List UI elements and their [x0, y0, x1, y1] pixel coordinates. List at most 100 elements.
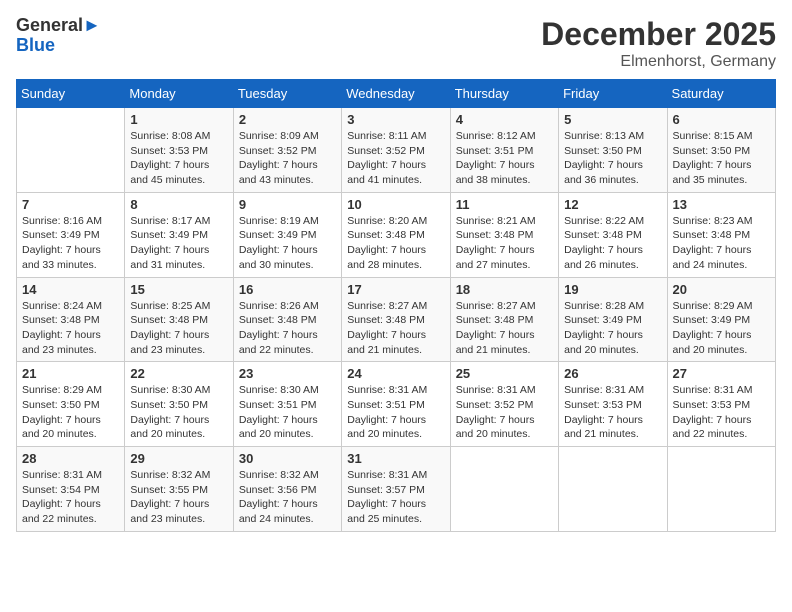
- calendar-cell: 2 Sunrise: 8:09 AM Sunset: 3:52 PM Dayli…: [233, 108, 341, 193]
- sunrise-text: Sunrise: 8:08 AM: [130, 129, 227, 144]
- calendar-header: Sunday Monday Tuesday Wednesday Thursday…: [17, 80, 776, 108]
- day-info: Sunrise: 8:27 AM Sunset: 3:48 PM Dayligh…: [347, 299, 444, 358]
- sunrise-text: Sunrise: 8:21 AM: [456, 214, 553, 229]
- day-info: Sunrise: 8:24 AM Sunset: 3:48 PM Dayligh…: [22, 299, 119, 358]
- sunset-text: Sunset: 3:53 PM: [130, 144, 227, 159]
- sunrise-text: Sunrise: 8:32 AM: [130, 468, 227, 483]
- sunrise-text: Sunrise: 8:29 AM: [22, 383, 119, 398]
- sunset-text: Sunset: 3:55 PM: [130, 483, 227, 498]
- sunset-text: Sunset: 3:49 PM: [239, 228, 336, 243]
- day-info: Sunrise: 8:31 AM Sunset: 3:53 PM Dayligh…: [673, 383, 770, 442]
- day-number: 7: [22, 197, 119, 212]
- calendar-cell: 6 Sunrise: 8:15 AM Sunset: 3:50 PM Dayli…: [667, 108, 775, 193]
- sunrise-text: Sunrise: 8:27 AM: [347, 299, 444, 314]
- sunrise-text: Sunrise: 8:11 AM: [347, 129, 444, 144]
- sunset-text: Sunset: 3:52 PM: [347, 144, 444, 159]
- day-number: 13: [673, 197, 770, 212]
- header-row: Sunday Monday Tuesday Wednesday Thursday…: [17, 80, 776, 108]
- sunset-text: Sunset: 3:48 PM: [130, 313, 227, 328]
- daylight-text: Daylight: 7 hours and 20 minutes.: [130, 413, 227, 442]
- day-number: 1: [130, 112, 227, 127]
- daylight-text: Daylight: 7 hours and 35 minutes.: [673, 158, 770, 187]
- day-number: 27: [673, 366, 770, 381]
- sunset-text: Sunset: 3:48 PM: [564, 228, 661, 243]
- day-info: Sunrise: 8:08 AM Sunset: 3:53 PM Dayligh…: [130, 129, 227, 188]
- week-row-2: 14 Sunrise: 8:24 AM Sunset: 3:48 PM Dayl…: [17, 277, 776, 362]
- calendar-cell: 18 Sunrise: 8:27 AM Sunset: 3:48 PM Dayl…: [450, 277, 558, 362]
- sunset-text: Sunset: 3:51 PM: [239, 398, 336, 413]
- calendar-cell: 20 Sunrise: 8:29 AM Sunset: 3:49 PM Dayl…: [667, 277, 775, 362]
- header-friday: Friday: [559, 80, 667, 108]
- sunset-text: Sunset: 3:48 PM: [673, 228, 770, 243]
- week-row-4: 28 Sunrise: 8:31 AM Sunset: 3:54 PM Dayl…: [17, 447, 776, 532]
- day-number: 11: [456, 197, 553, 212]
- sunrise-text: Sunrise: 8:22 AM: [564, 214, 661, 229]
- sunrise-text: Sunrise: 8:31 AM: [347, 468, 444, 483]
- daylight-text: Daylight: 7 hours and 23 minutes.: [130, 497, 227, 526]
- sunrise-text: Sunrise: 8:31 AM: [456, 383, 553, 398]
- sunrise-text: Sunrise: 8:29 AM: [673, 299, 770, 314]
- header-thursday: Thursday: [450, 80, 558, 108]
- day-number: 4: [456, 112, 553, 127]
- sunset-text: Sunset: 3:50 PM: [673, 144, 770, 159]
- day-info: Sunrise: 8:21 AM Sunset: 3:48 PM Dayligh…: [456, 214, 553, 273]
- day-number: 23: [239, 366, 336, 381]
- sunset-text: Sunset: 3:52 PM: [239, 144, 336, 159]
- day-info: Sunrise: 8:25 AM Sunset: 3:48 PM Dayligh…: [130, 299, 227, 358]
- daylight-text: Daylight: 7 hours and 20 minutes.: [673, 328, 770, 357]
- sunset-text: Sunset: 3:51 PM: [456, 144, 553, 159]
- sunset-text: Sunset: 3:49 PM: [130, 228, 227, 243]
- daylight-text: Daylight: 7 hours and 21 minutes.: [347, 328, 444, 357]
- sunset-text: Sunset: 3:53 PM: [564, 398, 661, 413]
- day-number: 10: [347, 197, 444, 212]
- daylight-text: Daylight: 7 hours and 21 minutes.: [564, 413, 661, 442]
- day-number: 14: [22, 282, 119, 297]
- calendar-cell: 3 Sunrise: 8:11 AM Sunset: 3:52 PM Dayli…: [342, 108, 450, 193]
- sunset-text: Sunset: 3:54 PM: [22, 483, 119, 498]
- sunrise-text: Sunrise: 8:24 AM: [22, 299, 119, 314]
- daylight-text: Daylight: 7 hours and 26 minutes.: [564, 243, 661, 272]
- daylight-text: Daylight: 7 hours and 22 minutes.: [22, 497, 119, 526]
- day-info: Sunrise: 8:26 AM Sunset: 3:48 PM Dayligh…: [239, 299, 336, 358]
- calendar-cell: 8 Sunrise: 8:17 AM Sunset: 3:49 PM Dayli…: [125, 192, 233, 277]
- day-info: Sunrise: 8:31 AM Sunset: 3:51 PM Dayligh…: [347, 383, 444, 442]
- day-info: Sunrise: 8:20 AM Sunset: 3:48 PM Dayligh…: [347, 214, 444, 273]
- calendar-cell: 7 Sunrise: 8:16 AM Sunset: 3:49 PM Dayli…: [17, 192, 125, 277]
- calendar-cell: 5 Sunrise: 8:13 AM Sunset: 3:50 PM Dayli…: [559, 108, 667, 193]
- sunrise-text: Sunrise: 8:27 AM: [456, 299, 553, 314]
- sunrise-text: Sunrise: 8:19 AM: [239, 214, 336, 229]
- calendar-cell: 16 Sunrise: 8:26 AM Sunset: 3:48 PM Dayl…: [233, 277, 341, 362]
- day-info: Sunrise: 8:32 AM Sunset: 3:55 PM Dayligh…: [130, 468, 227, 527]
- day-number: 19: [564, 282, 661, 297]
- month-title: December 2025: [541, 16, 776, 53]
- day-info: Sunrise: 8:31 AM Sunset: 3:52 PM Dayligh…: [456, 383, 553, 442]
- calendar-table: Sunday Monday Tuesday Wednesday Thursday…: [16, 79, 776, 532]
- daylight-text: Daylight: 7 hours and 24 minutes.: [673, 243, 770, 272]
- calendar-cell: 29 Sunrise: 8:32 AM Sunset: 3:55 PM Dayl…: [125, 447, 233, 532]
- day-number: 26: [564, 366, 661, 381]
- daylight-text: Daylight: 7 hours and 21 minutes.: [456, 328, 553, 357]
- daylight-text: Daylight: 7 hours and 33 minutes.: [22, 243, 119, 272]
- day-info: Sunrise: 8:17 AM Sunset: 3:49 PM Dayligh…: [130, 214, 227, 273]
- sunrise-text: Sunrise: 8:30 AM: [130, 383, 227, 398]
- calendar-cell: [17, 108, 125, 193]
- daylight-text: Daylight: 7 hours and 27 minutes.: [456, 243, 553, 272]
- sunset-text: Sunset: 3:48 PM: [347, 313, 444, 328]
- sunrise-text: Sunrise: 8:32 AM: [239, 468, 336, 483]
- daylight-text: Daylight: 7 hours and 25 minutes.: [347, 497, 444, 526]
- sunset-text: Sunset: 3:56 PM: [239, 483, 336, 498]
- daylight-text: Daylight: 7 hours and 20 minutes.: [239, 413, 336, 442]
- day-number: 30: [239, 451, 336, 466]
- calendar-cell: 1 Sunrise: 8:08 AM Sunset: 3:53 PM Dayli…: [125, 108, 233, 193]
- day-number: 31: [347, 451, 444, 466]
- day-info: Sunrise: 8:30 AM Sunset: 3:51 PM Dayligh…: [239, 383, 336, 442]
- day-info: Sunrise: 8:16 AM Sunset: 3:49 PM Dayligh…: [22, 214, 119, 273]
- location-text: Elmenhorst, Germany: [541, 53, 776, 71]
- sunrise-text: Sunrise: 8:28 AM: [564, 299, 661, 314]
- day-info: Sunrise: 8:22 AM Sunset: 3:48 PM Dayligh…: [564, 214, 661, 273]
- day-number: 12: [564, 197, 661, 212]
- daylight-text: Daylight: 7 hours and 36 minutes.: [564, 158, 661, 187]
- day-number: 9: [239, 197, 336, 212]
- logo-icon: ►: [83, 15, 101, 35]
- calendar-cell: 31 Sunrise: 8:31 AM Sunset: 3:57 PM Dayl…: [342, 447, 450, 532]
